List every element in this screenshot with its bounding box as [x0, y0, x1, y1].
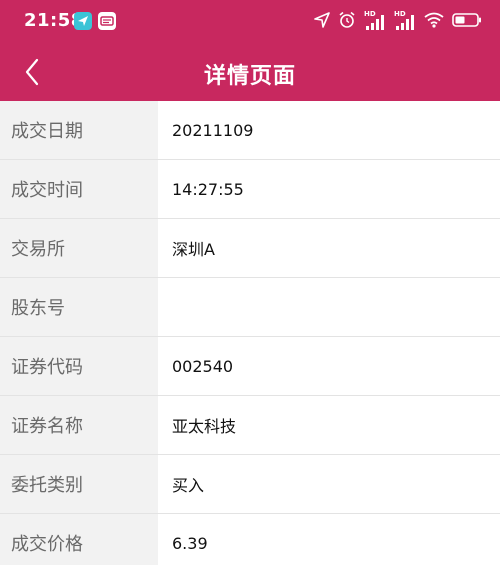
row-value: 买入: [158, 455, 500, 513]
status-system-icons: HD HD: [314, 10, 482, 33]
news-app-icon: [98, 12, 116, 30]
row-value: 亚太科技: [158, 396, 500, 454]
wifi-icon: [424, 12, 444, 32]
row-label: 证券名称: [0, 396, 158, 454]
row-value: 20211109: [158, 101, 500, 159]
screen: 21:58 HD HD 详情页面 成交日期 20211109 成交时间 14:2…: [0, 0, 500, 565]
battery-icon: [452, 12, 482, 32]
detail-row-order-type: 委托类别 买入: [0, 455, 500, 514]
header-bar: 详情页面: [0, 44, 500, 101]
row-value: 6.39: [158, 514, 500, 565]
status-bar: 21:58 HD HD: [0, 0, 500, 44]
detail-row-trade-date: 成交日期 20211109: [0, 101, 500, 160]
status-app-icons: [74, 12, 116, 30]
detail-table: 成交日期 20211109 成交时间 14:27:55 交易所 深圳A 股东号 …: [0, 101, 500, 565]
detail-row-shareholder-id: 股东号: [0, 278, 500, 337]
row-label: 成交价格: [0, 514, 158, 565]
detail-row-exchange: 交易所 深圳A: [0, 219, 500, 278]
row-label: 证券代码: [0, 337, 158, 395]
row-label: 委托类别: [0, 455, 158, 513]
alarm-clock-icon: [338, 11, 356, 33]
row-label: 成交时间: [0, 160, 158, 218]
row-value: 深圳A: [158, 219, 500, 277]
signal-bars-icon-2: HD: [394, 10, 416, 32]
location-arrow-icon: [314, 12, 330, 32]
row-label: 交易所: [0, 219, 158, 277]
page-title: 详情页面: [203, 64, 296, 89]
signal-bars-icon: HD: [364, 10, 386, 32]
row-value: 14:27:55: [158, 160, 500, 218]
row-label: 成交日期: [0, 101, 158, 159]
detail-row-security-code: 证券代码 002540: [0, 337, 500, 396]
row-label: 股东号: [0, 278, 158, 336]
detail-row-trade-time: 成交时间 14:27:55: [0, 160, 500, 219]
row-value: [158, 278, 500, 336]
detail-row-security-name: 证券名称 亚太科技: [0, 396, 500, 455]
row-value: 002540: [158, 337, 500, 395]
detail-row-trade-price: 成交价格 6.39: [0, 514, 500, 565]
send-app-icon: [74, 12, 92, 30]
